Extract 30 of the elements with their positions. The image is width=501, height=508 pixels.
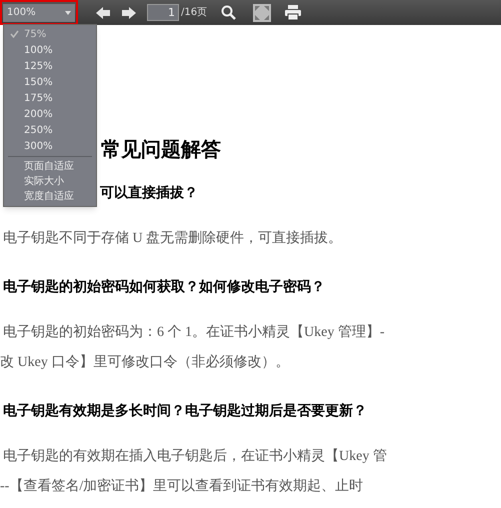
search-icon[interactable] [221,5,236,20]
caret-icon [65,10,71,14]
zoom-option[interactable]: 250% [4,122,96,138]
answer-text: 电子钥匙的初始密码为：6 个 1。在证书小精灵【Ukey 管理】- [3,324,384,342]
zoom-option[interactable]: 100% [4,42,96,58]
answer-text: 电子钥匙不同于存储 U 盘无需删除硬件，可直接插拔。 [3,230,342,248]
zoom-value: 100% [7,6,36,20]
zoom-option[interactable]: 150% [4,74,96,90]
print-icon[interactable] [285,5,302,20]
answer-text: 电子钥匙的有效期在插入电子钥匙后，在证书小精灵【Ukey 管 [3,448,387,466]
previous-page-icon[interactable] [95,6,111,20]
answer-text: --【查看签名/加密证书】里可以查看到证书有效期起、止时 [0,478,364,496]
zoom-option[interactable]: 75% [4,26,96,42]
zoom-option[interactable]: 300% [4,138,96,154]
check-icon [10,30,18,38]
document-title: 常见问题解答 [101,136,222,162]
answer-text: 改 Ukey 口令】里可修改口令（非必须修改）。 [0,354,290,372]
fit-option[interactable]: 宽度自适应 [4,189,96,204]
fit-option[interactable]: 实际大小 [4,174,96,189]
next-page-icon[interactable] [121,6,137,20]
question-heading: 电子钥匙的初始密码如何获取？如何修改电子密码？ [3,278,325,296]
zoom-option[interactable]: 125% [4,58,96,74]
fullscreen-icon[interactable] [253,4,272,22]
page-number-field[interactable]: 1 [147,4,179,21]
zoom-option[interactable]: 175% [4,90,96,106]
page-total: /16页 [181,6,208,20]
question-heading: 可以直接插拔？ [100,184,198,202]
fit-option[interactable]: 页面自适应 [4,159,96,174]
zoom-option[interactable]: 200% [4,106,96,122]
question-heading: 电子钥匙有效期是多长时间？电子钥匙过期后是否要更新？ [3,402,367,420]
